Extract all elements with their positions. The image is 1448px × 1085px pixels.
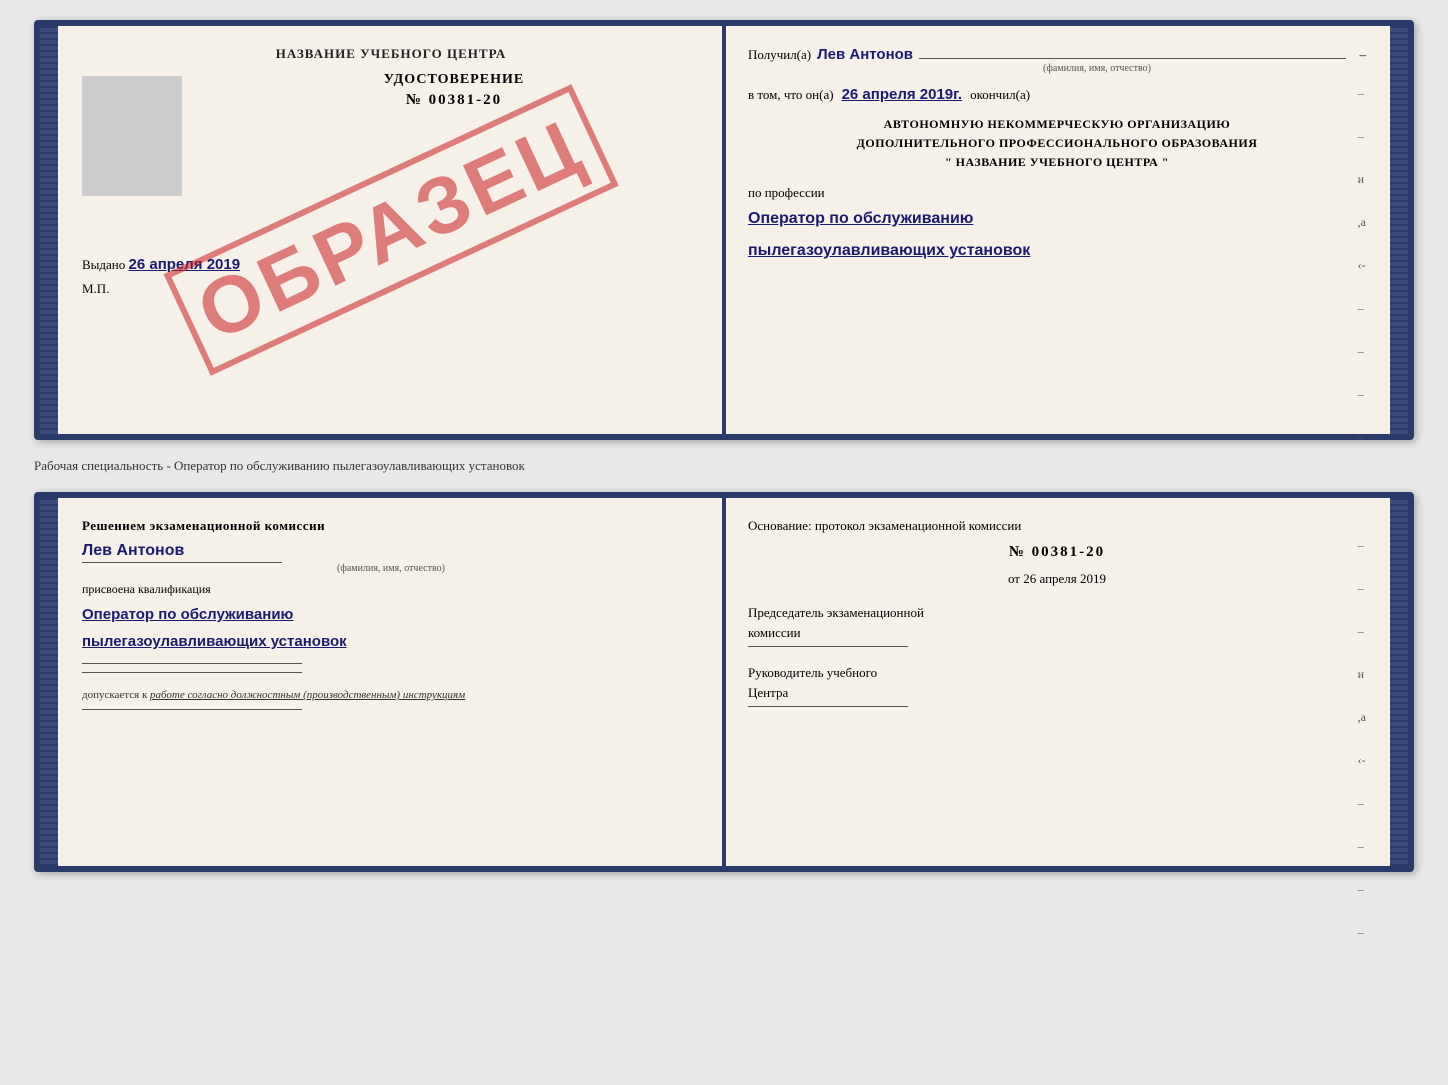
- cert-title: НАЗВАНИЕ УЧЕБНОГО ЦЕНТРА: [82, 46, 700, 62]
- org-name-block: АВТОНОМНУЮ НЕКОММЕРЧЕСКУЮ ОРГАНИЗАЦИЮ ДО…: [748, 115, 1366, 173]
- spine-left-2: [40, 498, 58, 866]
- prisvoyena-label: присвоена квалификация: [82, 582, 700, 597]
- cert-number: № 00381-20: [208, 92, 700, 109]
- ot-date-block: от 26 апреля 2019: [748, 571, 1366, 587]
- ot-date: 26 апреля 2019: [1023, 571, 1106, 586]
- vtom-date: 26 апреля 2019г.: [842, 86, 963, 103]
- spine-right-1: [1390, 26, 1408, 434]
- org-line1: АВТОНОМНУЮ НЕКОММЕРЧЕСКУЮ ОРГАНИЗАЦИЮ: [748, 115, 1366, 134]
- person-name-2: Лев Антонов: [82, 542, 700, 560]
- spine-left-1: [40, 26, 58, 434]
- spine-right-2: [1390, 498, 1408, 866]
- right-side-marks-2: – – – и ,а ‹- – – – –: [1358, 538, 1366, 940]
- kvalif-line1: Оператор по обслуживанию: [82, 601, 700, 628]
- predsedatel-signature-line: [748, 646, 908, 647]
- separator-text: Рабочая специальность - Оператор по обсл…: [34, 452, 1414, 480]
- fio-label-1: (фамилия, имя, отчество): [828, 63, 1366, 74]
- received-name: Лев Антонов: [817, 46, 913, 63]
- rukovoditel-line2: Центра: [748, 683, 1366, 703]
- right-side-marks: – – и ,а ‹- – – – –: [1358, 86, 1366, 445]
- org-line2: ДОПОЛНИТЕЛЬНОГО ПРОФЕССИОНАЛЬНОГО ОБРАЗО…: [748, 134, 1366, 153]
- vtom-label: в том, что он(а): [748, 87, 834, 103]
- name-block-2: Лев Антонов (фамилия, имя, отчество): [82, 542, 700, 574]
- osnovanie-header: Основание: протокол экзаменационной коми…: [748, 518, 1366, 534]
- page2-right: – – – и ,а ‹- – – – – Основание: протоко…: [724, 498, 1390, 866]
- po-professii-label: по профессии: [748, 185, 1366, 201]
- page2-left: Решением экзаменационной комиссии Лев Ан…: [58, 498, 724, 866]
- issued-label: Выдано: [82, 257, 125, 272]
- received-line: Получил(а) Лев Антонов –: [748, 46, 1366, 63]
- page-left-1: НАЗВАНИЕ УЧЕБНОГО ЦЕНТРА УДОСТОВЕРЕНИЕ №…: [58, 26, 724, 434]
- issued-date: 26 апреля 2019: [129, 256, 241, 273]
- cert-type-label: УДОСТОВЕРЕНИЕ: [208, 72, 700, 88]
- profession-line2: пылегазоулавливающих установок: [748, 237, 1366, 266]
- rukovoditel-block: Руководитель учебного Центра: [748, 663, 1366, 702]
- cert-issued-line: Выдано 26 апреля 2019: [82, 256, 700, 273]
- predsedatel-line2: комиссии: [748, 623, 1366, 643]
- predsedatel-block: Председатель экзаменационной комиссии: [748, 603, 1366, 642]
- cert-left-layout: УДОСТОВЕРЕНИЕ № 00381-20: [82, 72, 700, 196]
- rukovoditel-line1: Руководитель учебного: [748, 663, 1366, 683]
- rukovoditel-signature-line: [748, 706, 908, 707]
- okonchil-label: окончил(а): [970, 87, 1030, 103]
- dopusk-text: работе согласно должностным (производств…: [150, 689, 465, 701]
- cert-photo: [82, 76, 182, 196]
- cert-mp: М.П.: [82, 281, 700, 297]
- org-line3: " НАЗВАНИЕ УЧЕБНОГО ЦЕНТРА ": [748, 153, 1366, 172]
- kvalif-line2: пылегазоулавливающих установок: [82, 628, 700, 655]
- document-container: НАЗВАНИЕ УЧЕБНОГО ЦЕНТРА УДОСТОВЕРЕНИЕ №…: [34, 20, 1414, 872]
- dopuskaetsya-block: допускается к работе согласно должностны…: [82, 689, 700, 701]
- vtom-line: в том, что он(а) 26 апреля 2019г. окончи…: [748, 86, 1366, 103]
- predsedatel-line1: Председатель экзаменационной: [748, 603, 1366, 623]
- fio-label-2: (фамилия, имя, отчество): [82, 563, 700, 574]
- certificate-book-1: НАЗВАНИЕ УЧЕБНОГО ЦЕНТРА УДОСТОВЕРЕНИЕ №…: [34, 20, 1414, 440]
- cert-text-col: УДОСТОВЕРЕНИЕ № 00381-20: [208, 72, 700, 196]
- ot-label: от: [1008, 571, 1020, 586]
- received-label: Получил(а): [748, 47, 811, 63]
- profession-line1: Оператор по обслуживанию: [748, 205, 1366, 234]
- dopusk-label: допускается к: [82, 689, 147, 701]
- komissia-header: Решением экзаменационной комиссии: [82, 518, 700, 534]
- certificate-book-2: Решением экзаменационной комиссии Лев Ан…: [34, 492, 1414, 872]
- page-right-1: – – и ,а ‹- – – – – Получил(а) Лев Антон…: [724, 26, 1390, 434]
- protocol-number: № 00381-20: [748, 544, 1366, 561]
